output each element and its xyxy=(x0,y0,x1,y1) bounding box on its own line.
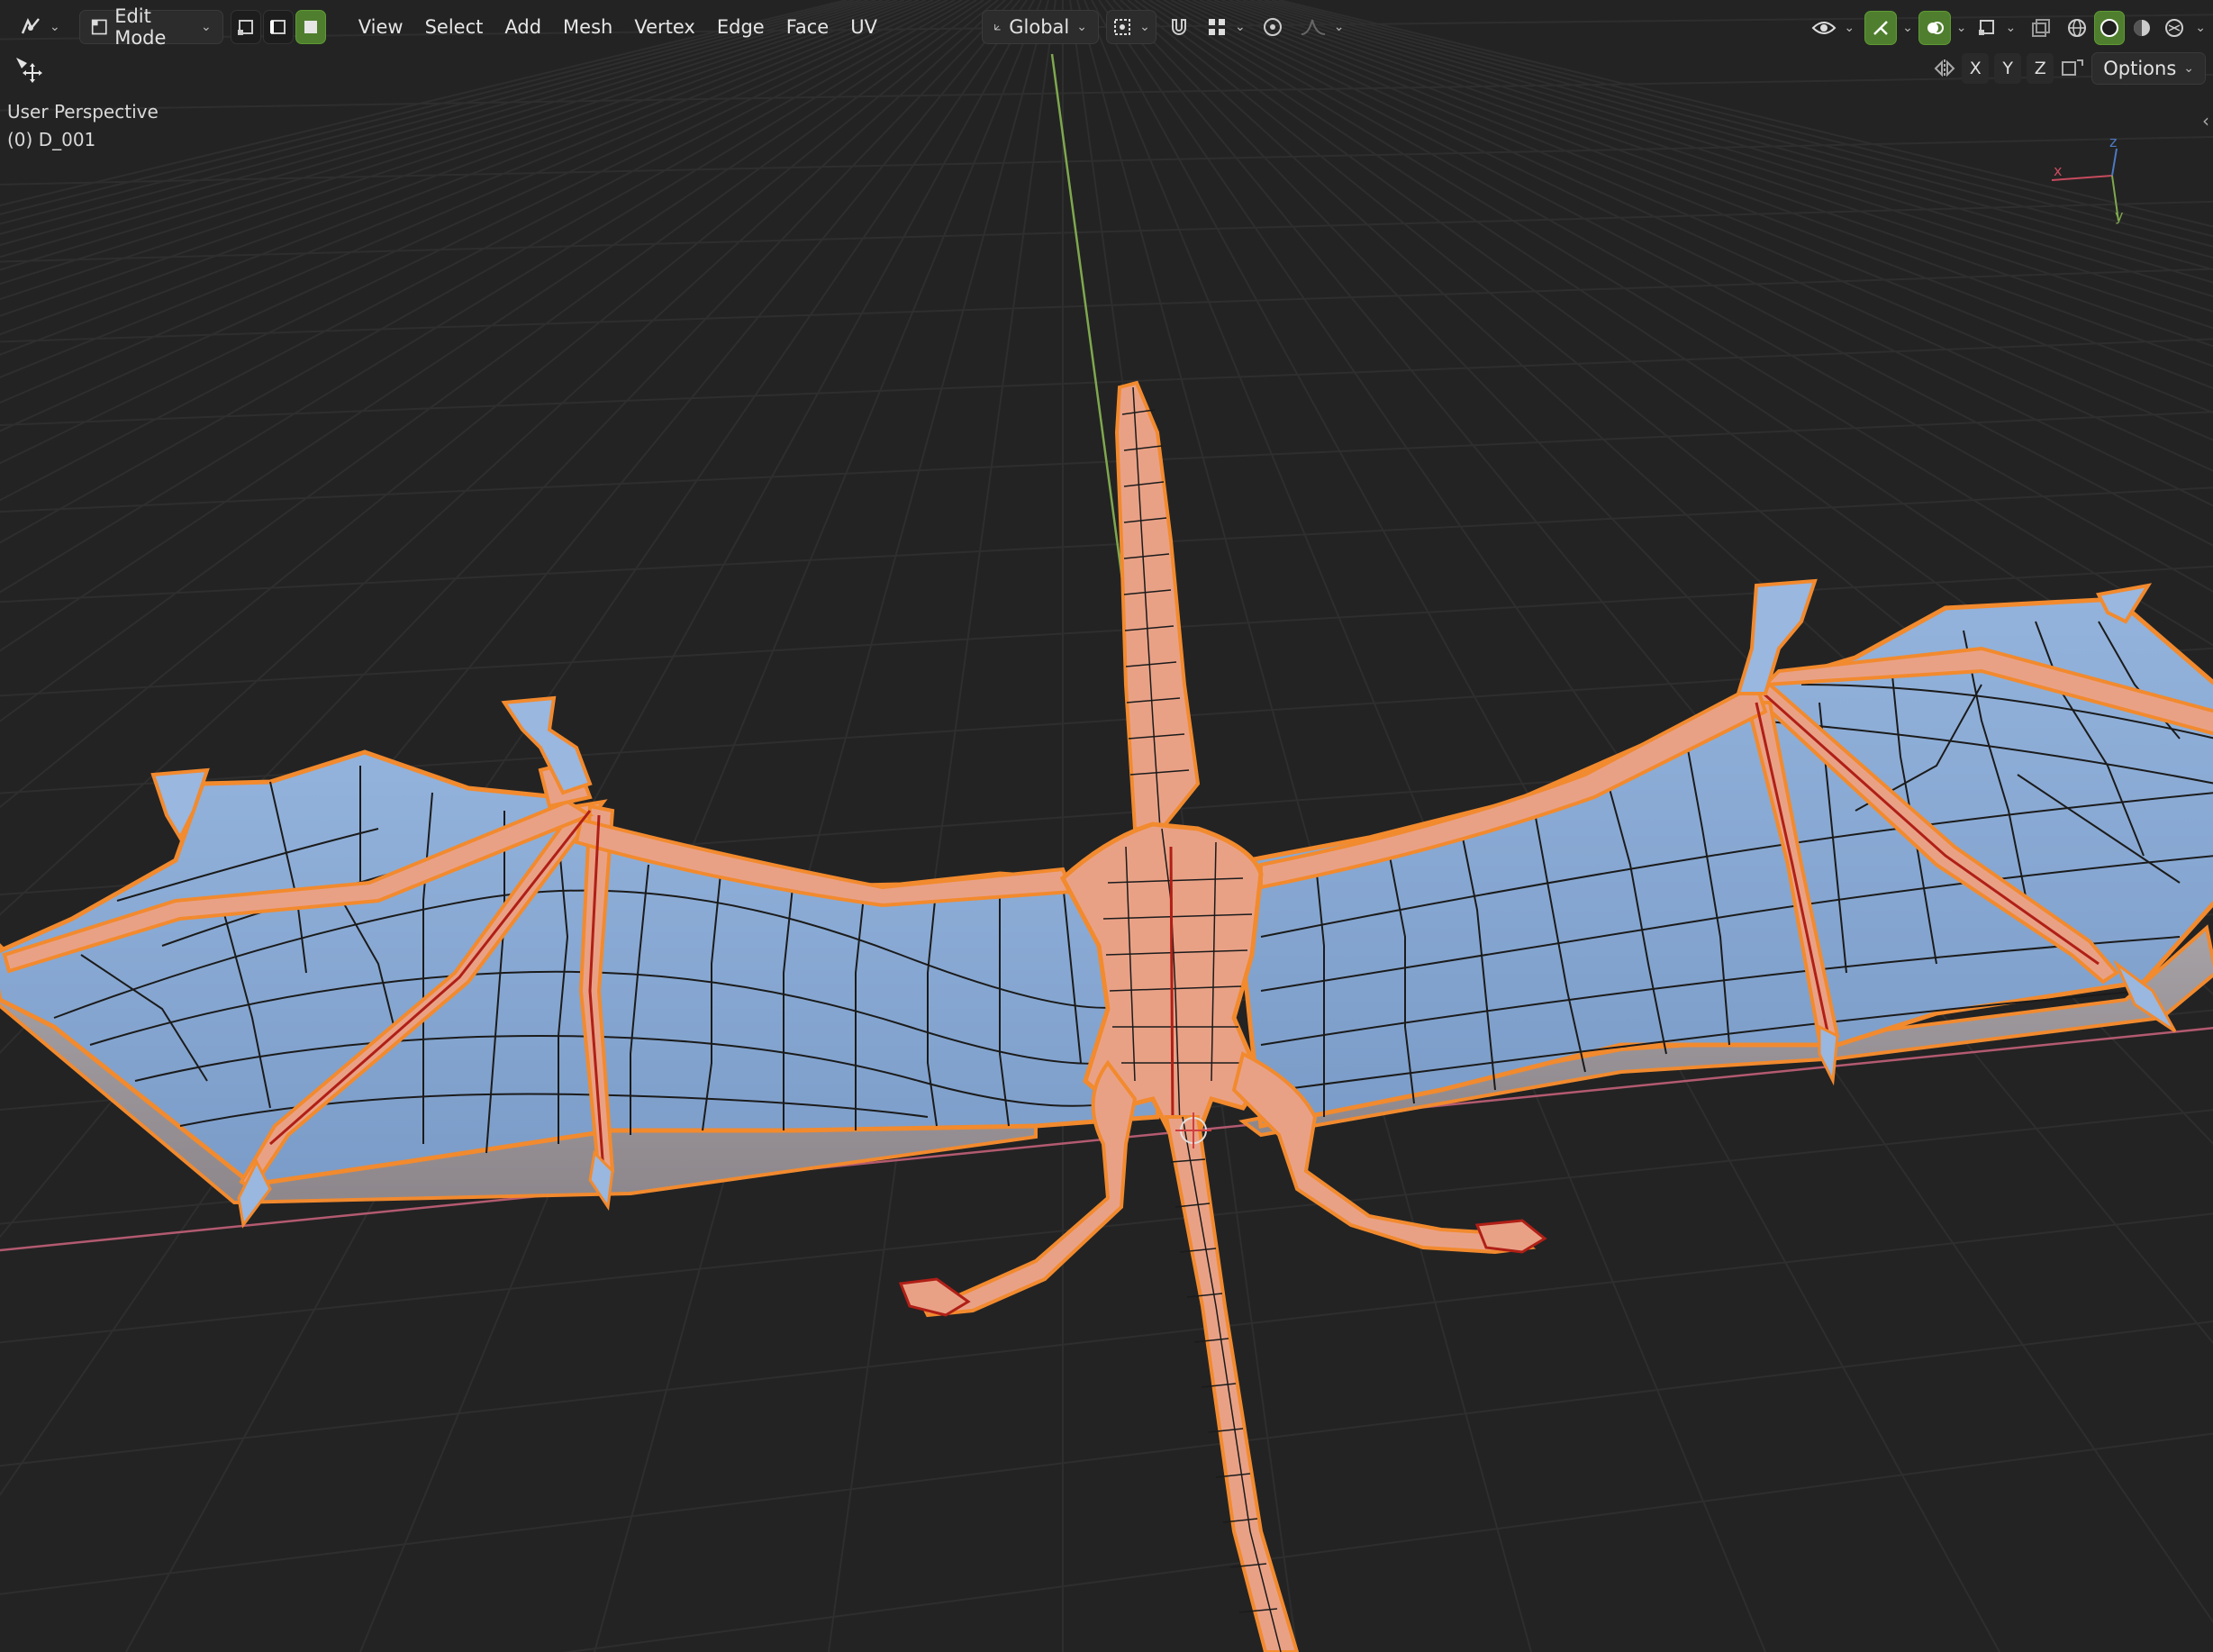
viewport-display-controls: ⌄ ⌄ ⌄ ⌄ ⌄ xyxy=(1807,11,2206,45)
chevron-down-icon: ⌄ xyxy=(1139,20,1150,34)
chevron-down-icon[interactable]: ⌄ xyxy=(1902,21,1913,35)
snap-target-button[interactable]: ⌄ xyxy=(1202,10,1250,44)
vertex-select-button[interactable] xyxy=(230,10,261,44)
menu-face[interactable]: Face xyxy=(777,11,839,43)
sidebar-expand-icon[interactable]: ‹ xyxy=(2202,110,2209,132)
mesh-overlay-icon xyxy=(1978,20,1994,35)
gizmo-toggle-button[interactable] xyxy=(1864,11,1898,45)
chevron-down-icon: ⌄ xyxy=(1076,20,1087,34)
shading-mode-group xyxy=(2062,11,2190,45)
orientation-label: Global xyxy=(1009,16,1070,38)
edge-select-button[interactable] xyxy=(262,10,294,44)
rendered-shading-button[interactable] xyxy=(2159,11,2190,45)
chevron-down-icon: ⌄ xyxy=(1333,20,1345,34)
options-label: Options xyxy=(2103,58,2177,79)
rendered-sphere-icon xyxy=(2165,19,2184,37)
chevron-down-icon: ⌄ xyxy=(201,20,212,34)
xray-toggle-button[interactable] xyxy=(2026,11,2056,45)
gizmo-z-label: z xyxy=(2109,133,2118,150)
chevron-down-icon: ⌄ xyxy=(50,20,60,34)
solid-sphere-icon xyxy=(2100,19,2119,37)
chevron-down-icon: ⌄ xyxy=(1234,20,1246,34)
magnet-icon xyxy=(1171,19,1186,35)
eye-icon xyxy=(1811,22,1837,34)
mode-label: Edit Mode xyxy=(114,5,167,49)
menu-edge[interactable]: Edge xyxy=(708,11,774,43)
transform-orientation-selector[interactable]: Global ⌄ xyxy=(981,10,1099,44)
chevron-down-icon[interactable]: ⌄ xyxy=(1956,21,1967,35)
editor-type-button[interactable]: ⌄ xyxy=(7,10,72,44)
edit-mode-icon xyxy=(91,19,107,35)
orientation-icon xyxy=(994,24,1001,31)
mode-selector[interactable]: Edit Mode ⌄ xyxy=(78,5,223,49)
visibility-button[interactable]: ⌄ xyxy=(1807,11,1859,45)
object-info-label: (0) D_001 xyxy=(7,129,96,150)
wireframe-sphere-icon xyxy=(2068,19,2087,37)
menu-view[interactable]: View xyxy=(349,11,413,43)
vertex-select-icon xyxy=(237,20,253,35)
chevron-down-icon: ⌄ xyxy=(2005,21,2017,35)
pivot-icon xyxy=(1114,19,1131,35)
menu-add[interactable]: Add xyxy=(495,11,550,43)
material-sphere-icon xyxy=(2134,20,2151,36)
header-menus: View Select Add Mesh Vertex Edge Face UV xyxy=(349,11,886,43)
solid-shading-button[interactable] xyxy=(2094,11,2126,45)
gizmo-x-label: x xyxy=(2054,162,2063,179)
mirror-icon[interactable] xyxy=(1933,57,1956,80)
falloff-curve-icon xyxy=(1301,19,1325,35)
chevron-down-icon[interactable]: ⌄ xyxy=(2195,21,2206,35)
edge-select-icon xyxy=(269,20,286,34)
mirror-x-toggle[interactable]: X xyxy=(1962,53,1990,84)
mirror-z-toggle[interactable]: Z xyxy=(2027,53,2054,84)
proportional-edit-icon xyxy=(1263,18,1282,36)
proportional-edit-button[interactable] xyxy=(1257,10,1288,44)
menu-mesh[interactable]: Mesh xyxy=(554,11,621,43)
falloff-button[interactable]: ⌄ xyxy=(1295,10,1349,44)
tool-options-row: X Y Z Options ⌄ xyxy=(1933,52,2206,85)
view-name-label: User Perspective xyxy=(7,101,159,123)
3d-viewport[interactable] xyxy=(0,0,2213,1652)
face-select-icon xyxy=(304,21,317,33)
menu-select[interactable]: Select xyxy=(416,11,493,43)
chevron-down-icon: ⌄ xyxy=(2183,61,2194,76)
face-select-button[interactable] xyxy=(295,10,326,44)
gizmo-icon xyxy=(1873,21,1888,35)
overlays-icon xyxy=(1927,22,1944,34)
menu-vertex[interactable]: Vertex xyxy=(625,11,704,43)
move-tool-icon[interactable] xyxy=(13,54,43,85)
snap-toggle-button[interactable] xyxy=(1164,10,1194,44)
auto-merge-icon[interactable] xyxy=(2059,57,2086,80)
mirror-y-toggle[interactable]: Y xyxy=(1994,53,2022,84)
mesh-edit-overlays-button[interactable]: ⌄ xyxy=(1973,11,2021,45)
select-mode-group xyxy=(230,10,326,44)
pivot-point-button[interactable]: ⌄ xyxy=(1105,10,1156,44)
xray-icon xyxy=(2032,19,2051,37)
editor-type-icon xyxy=(21,18,40,34)
gizmo-y-label: y xyxy=(2115,207,2124,224)
overlays-toggle-button[interactable] xyxy=(1918,11,1951,45)
material-shading-button[interactable] xyxy=(2127,11,2157,45)
wireframe-shading-button[interactable] xyxy=(2062,11,2092,45)
options-dropdown[interactable]: Options ⌄ xyxy=(2091,52,2206,85)
menu-uv[interactable]: UV xyxy=(841,11,886,43)
chevron-down-icon: ⌄ xyxy=(1844,21,1855,35)
snap-grid-icon xyxy=(1208,19,1225,35)
